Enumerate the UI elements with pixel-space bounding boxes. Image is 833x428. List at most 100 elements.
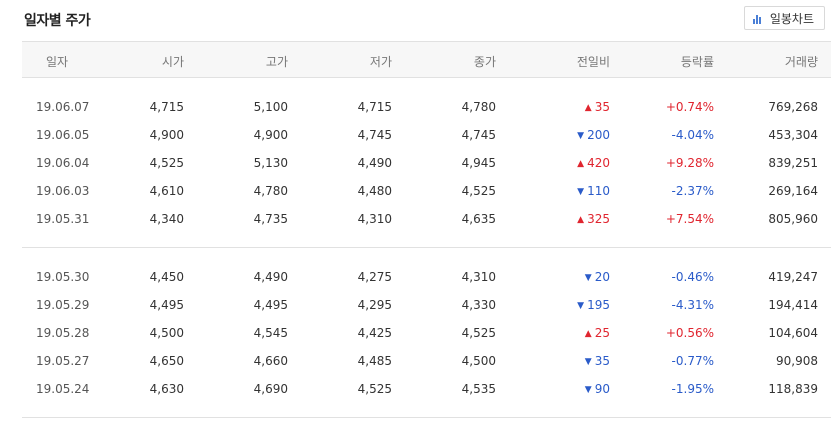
table-row: 19.06.07 4,715 5,100 4,715 4,780 ▲ 35 +0.74% 769…	[22, 93, 831, 121]
high-cell: 4,780	[253, 184, 288, 198]
low-cell: 4,485	[357, 354, 392, 368]
close-cell: 4,780	[461, 100, 496, 114]
date-cell: 19.05.28	[36, 326, 90, 340]
change-value: 20	[594, 270, 610, 284]
change-cell: ▼ 90	[585, 382, 610, 396]
volume-cell: 453,304	[768, 128, 818, 142]
rate-cell: -4.04%	[671, 128, 714, 142]
rate-cell: -4.31%	[671, 298, 714, 312]
up-triangle-icon: ▲	[577, 159, 585, 169]
change-cell: ▼ 195	[577, 298, 610, 312]
open-cell: 4,650	[149, 354, 184, 368]
volume-cell: 90,908	[776, 354, 818, 368]
header-close: 종가	[473, 55, 496, 69]
down-triangle-icon: ▼	[577, 301, 585, 311]
header-change: 전일비	[576, 55, 610, 69]
high-cell: 4,545	[253, 326, 288, 340]
table-row: 19.05.31 4,340 4,735 4,310 4,635 ▲ 325 +7.54% 80…	[22, 205, 831, 233]
high-cell: 5,130	[253, 156, 288, 170]
open-cell: 4,450	[149, 270, 184, 284]
open-cell: 4,500	[149, 326, 184, 340]
open-cell: 4,715	[149, 100, 184, 114]
high-cell: 4,735	[253, 212, 288, 226]
high-cell: 4,660	[253, 354, 288, 368]
rate-cell: -0.77%	[671, 354, 714, 368]
table-header: 일자 시가 고가 저가 종가 전일비 등락률 거래량	[22, 41, 831, 78]
header-rate: 등락률	[680, 55, 714, 69]
table-row: 19.05.28 4,500 4,545 4,425 4,525 ▲ 25 +0.56% 104…	[22, 319, 831, 347]
down-triangle-icon: ▼	[584, 385, 592, 395]
close-cell: 4,945	[461, 156, 496, 170]
daily-chart-button[interactable]: 일봉차트	[743, 6, 825, 30]
volume-cell: 769,268	[768, 100, 818, 114]
up-triangle-icon: ▲	[584, 329, 592, 339]
down-triangle-icon: ▼	[577, 131, 585, 141]
low-cell: 4,425	[357, 326, 392, 340]
daily-chart-button-label: 일봉차트	[769, 11, 814, 26]
low-cell: 4,275	[357, 270, 392, 284]
down-triangle-icon: ▼	[584, 273, 592, 283]
down-triangle-icon: ▼	[577, 187, 585, 197]
rate-cell: +0.56%	[665, 326, 714, 340]
divider	[22, 417, 831, 418]
change-cell: ▲ 325	[577, 212, 610, 226]
low-cell: 4,310	[357, 212, 392, 226]
daily-price-table: 일자 시가 고가 저가 종가 전일비 등락률 거래량 19.06.07 4,715 5,100 4,…	[22, 41, 831, 418]
high-cell: 4,690	[253, 382, 288, 396]
close-cell: 4,310	[461, 270, 496, 284]
volume-cell: 805,960	[768, 212, 818, 226]
change-cell: ▼ 35	[585, 354, 610, 368]
up-triangle-icon: ▲	[577, 215, 585, 225]
low-cell: 4,295	[357, 298, 392, 312]
change-cell: ▲ 35	[585, 100, 610, 114]
date-cell: 19.06.03	[36, 184, 90, 198]
section-title: 일자별 주가	[24, 13, 91, 29]
volume-cell: 118,839	[768, 382, 818, 396]
change-cell: ▼ 110	[577, 184, 610, 198]
close-cell: 4,500	[461, 354, 496, 368]
close-cell: 4,330	[461, 298, 496, 312]
low-cell: 4,490	[357, 156, 392, 170]
change-value: 25	[594, 326, 610, 340]
down-triangle-icon: ▼	[584, 357, 592, 367]
table-row: 19.05.29 4,495 4,495 4,295 4,330 ▼ 195 -4.31% 19…	[22, 291, 831, 319]
table-row: 19.06.03 4,610 4,780 4,480 4,525 ▼ 110 -2.37% 26…	[22, 177, 831, 205]
close-cell: 4,745	[461, 128, 496, 142]
change-value: 35	[594, 100, 610, 114]
high-cell: 4,900	[253, 128, 288, 142]
open-cell: 4,610	[149, 184, 184, 198]
date-cell: 19.05.29	[36, 298, 90, 312]
table-row: 19.06.04 4,525 5,130 4,490 4,945 ▲ 420 +9.28% 83…	[22, 149, 831, 177]
header-high: 고가	[265, 55, 288, 69]
high-cell: 5,100	[253, 100, 288, 114]
open-cell: 4,630	[149, 382, 184, 396]
change-value: 110	[587, 184, 610, 198]
date-cell: 19.05.27	[36, 354, 90, 368]
change-cell: ▼ 200	[577, 128, 610, 142]
volume-cell: 419,247	[768, 270, 818, 284]
change-value: 200	[587, 128, 610, 142]
change-value: 90	[594, 382, 610, 396]
low-cell: 4,745	[357, 128, 392, 142]
volume-cell: 194,414	[768, 298, 818, 312]
date-cell: 19.05.24	[36, 382, 90, 396]
low-cell: 4,480	[357, 184, 392, 198]
header-low: 저가	[369, 55, 392, 69]
change-cell: ▲ 25	[585, 326, 610, 340]
rate-cell: -0.46%	[671, 270, 714, 284]
low-cell: 4,715	[357, 100, 392, 114]
high-cell: 4,490	[253, 270, 288, 284]
bar-chart-icon	[752, 12, 765, 24]
open-cell: 4,495	[149, 298, 184, 312]
close-cell: 4,525	[461, 326, 496, 340]
open-cell: 4,525	[149, 156, 184, 170]
open-cell: 4,340	[149, 212, 184, 226]
rate-cell: -2.37%	[671, 184, 714, 198]
header-open: 시가	[161, 55, 184, 69]
close-cell: 4,535	[461, 382, 496, 396]
date-cell: 19.06.07	[36, 100, 90, 114]
table-row: 19.05.30 4,450 4,490 4,275 4,310 ▼ 20 -0.46% 419…	[22, 263, 831, 291]
row-group: 19.06.07 4,715 5,100 4,715 4,780 ▲ 35 +0.74% 769…	[22, 78, 831, 247]
close-cell: 4,635	[461, 212, 496, 226]
date-cell: 19.05.31	[36, 212, 90, 226]
